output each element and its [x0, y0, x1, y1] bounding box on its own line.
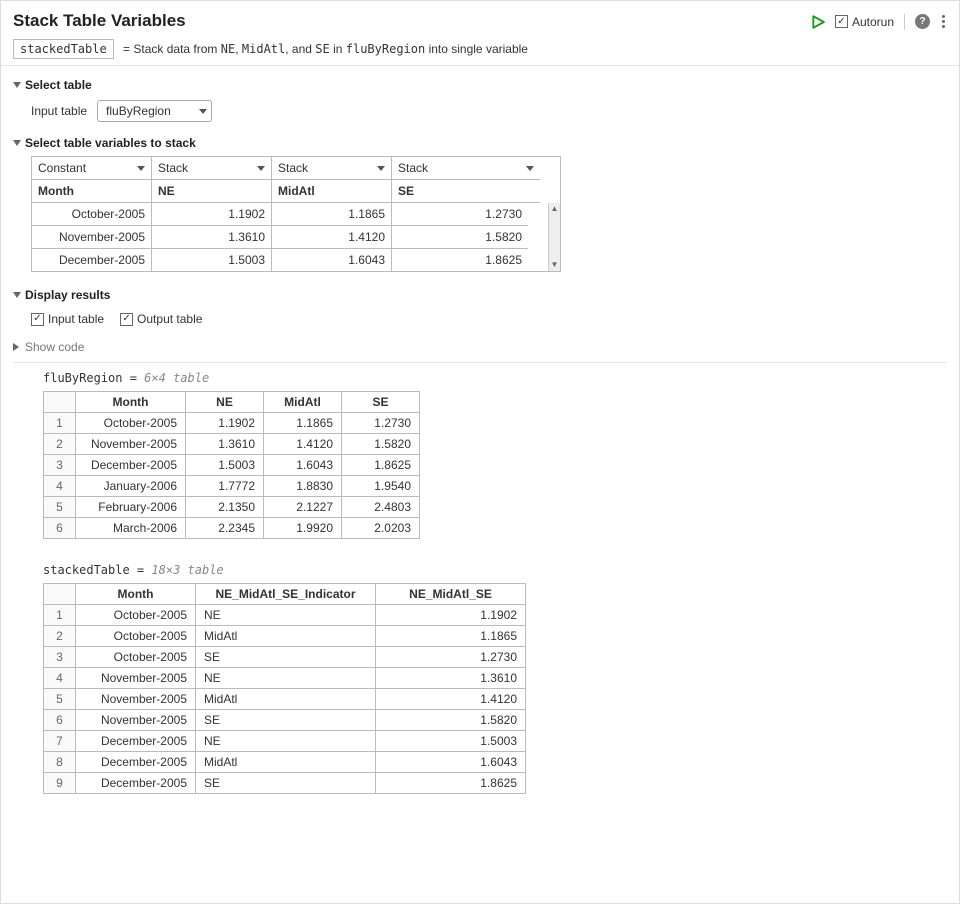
more-menu-button[interactable] — [940, 13, 947, 30]
table-row: 3October-2005SE1.2730 — [44, 647, 526, 668]
stack-type-select[interactable]: Stack — [152, 157, 272, 180]
chevron-down-icon — [526, 166, 534, 171]
divider — [904, 14, 905, 30]
table-row: December-2005 1.5003 1.6043 1.8625 — [32, 249, 548, 271]
task-summary: stackedTable = Stack data from NE, MidAt… — [13, 39, 811, 59]
table-row: 1October-20051.19021.18651.2730 — [44, 413, 420, 434]
output-variable-name[interactable]: stackedTable — [13, 39, 114, 59]
autorun-label: Autorun — [852, 15, 894, 29]
table-header: Month NE MidAtl SE — [44, 392, 420, 413]
table-row: 1October-2005NE1.1902 — [44, 605, 526, 626]
task-description: = Stack data from NE, MidAtl, and SE in … — [123, 42, 528, 56]
table-row: 4November-2005NE1.3610 — [44, 668, 526, 689]
input-table-label: Input table — [31, 104, 87, 118]
col-header: SE — [392, 180, 540, 203]
autorun-checkbox[interactable]: ✓ — [835, 15, 848, 28]
section-display-results[interactable]: Display results — [13, 282, 947, 308]
table-row: 2October-2005MidAtl1.1865 — [44, 626, 526, 647]
table-row: November-2005 1.3610 1.4120 1.5820 — [32, 226, 548, 249]
autorun-toggle[interactable]: ✓ Autorun — [835, 15, 894, 29]
collapse-icon — [13, 140, 21, 146]
table-row: 7December-2005NE1.5003 — [44, 731, 526, 752]
col-header: NE — [152, 180, 272, 203]
chevron-down-icon — [137, 166, 145, 171]
table-row: 5February-20062.13502.12272.4803 — [44, 497, 420, 518]
table-row: 3December-20051.50031.60431.8625 — [44, 455, 420, 476]
stack-type-select[interactable]: Stack — [272, 157, 392, 180]
scrollbar[interactable]: ▲ ▼ — [548, 203, 560, 271]
section-select-table[interactable]: Select table — [13, 72, 947, 98]
task-panel: Stack Table Variables stackedTable = Sta… — [0, 0, 960, 904]
input-table-row: Input table fluByRegion — [13, 98, 947, 130]
scroll-up-icon: ▲ — [551, 205, 559, 213]
table-row: 6November-2005SE1.5820 — [44, 710, 526, 731]
stack-type-row: Constant Stack Stack Stack — [32, 157, 560, 180]
chevron-down-icon — [257, 166, 265, 171]
input-table-select[interactable]: fluByRegion — [97, 100, 212, 122]
table-row: 6March-20062.23451.99202.0203 — [44, 518, 420, 539]
header: Stack Table Variables stackedTable = Sta… — [1, 1, 959, 65]
stack-header-row: Month NE MidAtl SE — [32, 180, 560, 203]
chevron-down-icon — [377, 166, 385, 171]
result-caption: stackedTable = 18×3 table — [43, 563, 947, 577]
table-header: Month NE_MidAtl_SE_Indicator NE_MidAtl_S… — [44, 584, 526, 605]
table-row: 8December-2005MidAtl1.6043 — [44, 752, 526, 773]
corner-cell — [44, 392, 76, 413]
stack-rows: October-2005 1.1902 1.1865 1.2730 Novemb… — [32, 203, 548, 271]
run-button[interactable] — [811, 15, 825, 29]
checkbox-icon: ✓ — [120, 313, 133, 326]
col-header: MidAtl — [272, 180, 392, 203]
table-row: October-2005 1.1902 1.1865 1.2730 — [32, 203, 548, 226]
stack-body: October-2005 1.1902 1.1865 1.2730 Novemb… — [32, 203, 560, 271]
chevron-down-icon — [199, 109, 207, 114]
output-result-table: Month NE_MidAtl_SE_Indicator NE_MidAtl_S… — [43, 583, 526, 794]
help-button[interactable]: ? — [915, 14, 930, 29]
table-row: 2November-20051.36101.41201.5820 — [44, 434, 420, 455]
input-table-checkbox[interactable]: ✓ Input table — [31, 312, 104, 326]
display-options: ✓ Input table ✓ Output table — [13, 308, 947, 336]
header-actions: ✓ Autorun ? — [811, 11, 947, 30]
stack-vars-table: Constant Stack Stack Stack Month NE MidA… — [31, 156, 561, 272]
output-table-checkbox[interactable]: ✓ Output table — [120, 312, 202, 326]
table-row: 4January-20061.77721.88301.9540 — [44, 476, 420, 497]
section-select-vars[interactable]: Select table variables to stack — [13, 130, 947, 156]
stack-type-select[interactable]: Stack — [392, 157, 540, 180]
expand-icon — [13, 343, 19, 351]
corner-cell — [44, 584, 76, 605]
collapse-icon — [13, 292, 21, 298]
scroll-down-icon: ▼ — [551, 261, 559, 269]
input-result-table: Month NE MidAtl SE 1October-20051.19021.… — [43, 391, 420, 539]
table-row: 5November-2005MidAtl1.4120 — [44, 689, 526, 710]
result-caption: fluByRegion = 6×4 table — [43, 371, 947, 385]
checkbox-icon: ✓ — [31, 313, 44, 326]
results-area: fluByRegion = 6×4 table Month NE MidAtl … — [13, 362, 947, 794]
stack-type-select[interactable]: Constant — [32, 157, 152, 180]
task-title: Stack Table Variables — [13, 11, 811, 31]
collapse-icon — [13, 82, 21, 88]
header-left: Stack Table Variables stackedTable = Sta… — [13, 11, 811, 59]
body: Select table Input table fluByRegion Sel… — [1, 66, 959, 903]
show-code-toggle[interactable]: Show code — [13, 336, 947, 362]
table-row: 9December-2005SE1.8625 — [44, 773, 526, 794]
col-header: Month — [32, 180, 152, 203]
